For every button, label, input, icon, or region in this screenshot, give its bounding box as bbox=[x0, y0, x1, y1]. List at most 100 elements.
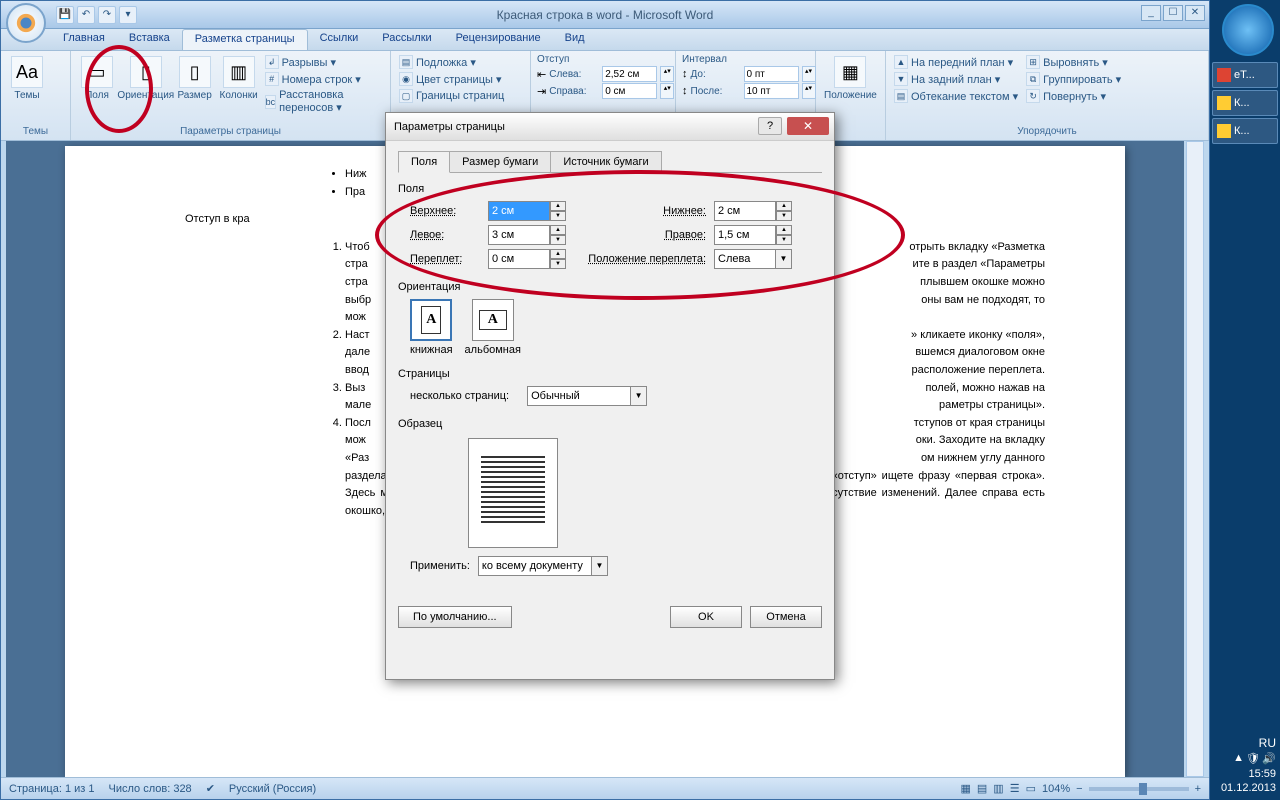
themes-button[interactable]: AaТемы bbox=[7, 54, 47, 103]
landscape-button[interactable]: Aальбомная bbox=[465, 299, 521, 356]
office-button[interactable] bbox=[6, 3, 46, 43]
spin-down[interactable]: ▼ bbox=[550, 235, 566, 245]
line-numbers-button[interactable]: #Номера строк ▾ bbox=[263, 71, 384, 87]
spin-up[interactable]: ▲ bbox=[776, 201, 792, 211]
dialog-close-button[interactable]: ✕ bbox=[787, 117, 829, 135]
breaks-button[interactable]: ↲Разрывы ▾ bbox=[263, 54, 384, 70]
qat-save[interactable]: 💾 bbox=[56, 6, 74, 24]
view-outline-icon[interactable]: ☰ bbox=[1010, 782, 1020, 795]
rotate-button[interactable]: ↻Повернуть ▾ bbox=[1024, 88, 1123, 104]
view-print-icon[interactable]: ▦ bbox=[960, 782, 970, 795]
hyphenation-button[interactable]: bcРасстановка переносов ▾ bbox=[263, 88, 384, 115]
indent-left-input[interactable] bbox=[602, 66, 657, 82]
vertical-scrollbar[interactable] bbox=[1186, 141, 1204, 777]
tray-network-icon[interactable]: 🛡 bbox=[1246, 752, 1260, 766]
tab-mailings[interactable]: Рассылки bbox=[370, 29, 443, 50]
zoom-out[interactable]: − bbox=[1076, 783, 1082, 795]
qat-dropdown[interactable]: ▾ bbox=[119, 6, 137, 24]
tab-paper-size[interactable]: Размер бумаги bbox=[449, 151, 551, 172]
multipage-select[interactable]: Обычный▼ bbox=[527, 386, 647, 406]
zoom-value[interactable]: 104% bbox=[1042, 783, 1070, 795]
qat-redo[interactable]: ↷ bbox=[98, 6, 116, 24]
start-button[interactable] bbox=[1222, 4, 1274, 56]
tab-review[interactable]: Рецензирование bbox=[444, 29, 553, 50]
spin[interactable]: ▴▾ bbox=[802, 83, 816, 99]
spin[interactable]: ▴▾ bbox=[660, 66, 674, 82]
columns-button[interactable]: ▥Колонки bbox=[219, 54, 259, 103]
minimize-button[interactable]: _ bbox=[1141, 5, 1161, 21]
size-button[interactable]: ▯Размер bbox=[175, 54, 215, 103]
cancel-button[interactable]: Отмена bbox=[750, 606, 822, 628]
tab-references[interactable]: Ссылки bbox=[308, 29, 371, 50]
clock-time[interactable]: 15:59 bbox=[1214, 768, 1276, 780]
rotate-icon: ↻ bbox=[1026, 89, 1040, 103]
spin-up[interactable]: ▲ bbox=[550, 201, 566, 211]
status-lang[interactable]: Русский (Россия) bbox=[229, 783, 316, 795]
top-input[interactable] bbox=[488, 201, 550, 221]
space-after-input[interactable] bbox=[744, 83, 799, 99]
gutter-pos-select[interactable]: Слева▼ bbox=[714, 249, 792, 269]
spin[interactable]: ▴▾ bbox=[802, 66, 816, 82]
ok-button[interactable]: OK bbox=[670, 606, 742, 628]
qat-undo[interactable]: ↶ bbox=[77, 6, 95, 24]
group-button[interactable]: ⧉Группировать ▾ bbox=[1024, 71, 1123, 87]
zoom-in[interactable]: + bbox=[1195, 783, 1201, 795]
spin-down[interactable]: ▼ bbox=[550, 211, 566, 221]
spin-up[interactable]: ▲ bbox=[550, 249, 566, 259]
tray-icon[interactable]: ▲ bbox=[1230, 752, 1244, 766]
clock-date[interactable]: 01.12.2013 bbox=[1214, 782, 1276, 794]
tab-insert[interactable]: Вставка bbox=[117, 29, 182, 50]
spin-down[interactable]: ▼ bbox=[550, 259, 566, 269]
align-button[interactable]: ⊞Выровнять ▾ bbox=[1024, 54, 1123, 70]
margins-button[interactable]: ▭Поля bbox=[77, 54, 117, 103]
left-input[interactable] bbox=[488, 225, 550, 245]
send-back-button[interactable]: ▼На задний план ▾ bbox=[892, 71, 1020, 87]
bottom-label: Нижнее: bbox=[586, 205, 706, 217]
space-before-input[interactable] bbox=[744, 66, 799, 82]
tab-view[interactable]: Вид bbox=[553, 29, 597, 50]
maximize-button[interactable]: ☐ bbox=[1163, 5, 1183, 21]
orientation-button[interactable]: ▯Ориентация bbox=[121, 54, 171, 103]
language-indicator[interactable]: RU bbox=[1214, 736, 1276, 750]
bottom-input[interactable] bbox=[714, 201, 776, 221]
text-wrap-button[interactable]: ▤Обтекание текстом ▾ bbox=[892, 88, 1020, 104]
pagecolor-icon: ◉ bbox=[399, 72, 413, 86]
spin-up[interactable]: ▲ bbox=[550, 225, 566, 235]
indent-right-input[interactable] bbox=[602, 83, 657, 99]
tray-volume-icon[interactable]: 🔊 bbox=[1262, 752, 1276, 766]
view-read-icon[interactable]: ▤ bbox=[977, 782, 987, 795]
spin-up[interactable]: ▲ bbox=[776, 225, 792, 235]
default-button[interactable]: По умолчанию... bbox=[398, 606, 512, 628]
position-button[interactable]: ▦Положение bbox=[822, 54, 879, 103]
page-setup-dialog: Параметры страницы ? ✕ Поля Размер бумаг… bbox=[385, 112, 835, 680]
watermark-button[interactable]: ▤Подложка ▾ bbox=[397, 54, 506, 70]
portrait-button[interactable]: Aкнижная bbox=[410, 299, 453, 356]
close-button[interactable]: ✕ bbox=[1185, 5, 1205, 21]
taskbar-app[interactable]: еТ... bbox=[1212, 62, 1278, 88]
spin-down[interactable]: ▼ bbox=[776, 211, 792, 221]
left-label: Левое: bbox=[410, 229, 480, 241]
tab-paper-source[interactable]: Источник бумаги bbox=[550, 151, 661, 172]
right-input[interactable] bbox=[714, 225, 776, 245]
page-color-button[interactable]: ◉Цвет страницы ▾ bbox=[397, 71, 506, 87]
taskbar-app[interactable]: К... bbox=[1212, 118, 1278, 144]
taskbar-app[interactable]: К... bbox=[1212, 90, 1278, 116]
apply-select[interactable]: ко всему документу▼ bbox=[478, 556, 608, 576]
bring-front-button[interactable]: ▲На передний план ▾ bbox=[892, 54, 1020, 70]
dialog-titlebar[interactable]: Параметры страницы ? ✕ bbox=[386, 113, 834, 141]
status-proof-icon[interactable]: ✔ bbox=[206, 782, 215, 795]
tab-home[interactable]: Главная bbox=[51, 29, 117, 50]
page-borders-button[interactable]: ▢Границы страниц bbox=[397, 88, 506, 104]
size-icon: ▯ bbox=[179, 56, 211, 88]
view-web-icon[interactable]: ▥ bbox=[993, 782, 1003, 795]
view-draft-icon[interactable]: ▭ bbox=[1026, 782, 1036, 795]
apply-label: Применить: bbox=[410, 560, 470, 572]
zoom-slider[interactable] bbox=[1089, 787, 1189, 791]
spin[interactable]: ▴▾ bbox=[660, 83, 674, 99]
linenum-icon: # bbox=[265, 72, 279, 86]
dialog-help-button[interactable]: ? bbox=[758, 117, 782, 135]
tab-page-layout[interactable]: Разметка страницы bbox=[182, 29, 308, 50]
spin-down[interactable]: ▼ bbox=[776, 235, 792, 245]
tab-margins[interactable]: Поля bbox=[398, 151, 450, 173]
gutter-input[interactable] bbox=[488, 249, 550, 269]
